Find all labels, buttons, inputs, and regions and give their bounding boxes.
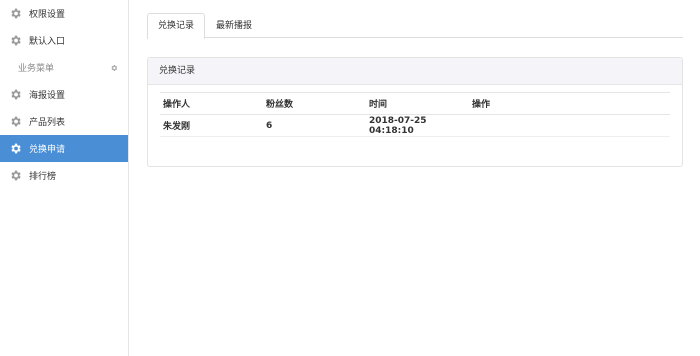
gear-icon [9,34,22,47]
gear-icon [9,115,22,128]
sidebar-item-permission-settings[interactable]: 权限设置 [0,0,128,27]
cell-fans: 6 [266,120,273,131]
gear-icon [9,7,22,20]
sidebar-item-label: 权限设置 [29,10,66,20]
sidebar-item-poster-settings[interactable]: 海报设置 [0,81,128,108]
sidebar-item-product-list[interactable]: 产品列表 [0,108,128,135]
table-header-row: 操作人 粉丝数 时间 操作 [160,92,670,115]
panel-title: 兑换记录 [148,58,682,85]
records-table: 操作人 粉丝数 时间 操作 朱发刚 6 2018-07-25 04:18:10 [160,92,670,137]
gear-icon [9,142,22,155]
sidebar-item-label: 产品列表 [29,118,66,128]
column-header-action: 操作 [472,100,491,110]
cell-action [469,115,670,137]
sidebar-group-header: 业务菜单 [0,54,128,81]
cell-time: 2018-07-25 04:18:10 [369,115,427,136]
sidebar-item-default-entry[interactable]: 默认入口 [0,27,128,54]
sidebar-item-label: 排行榜 [29,172,57,182]
tab-bar: 兑换记录 最新播报 [147,13,683,39]
gear-icon [9,169,22,182]
sidebar-item-label: 兑换申请 [29,145,66,155]
gear-icon [9,88,22,101]
cell-operator: 朱发刚 [163,122,191,132]
records-panel: 兑换记录 操作人 粉丝数 时间 操作 朱发刚 6 2018-07-25 04:1… [147,57,683,167]
records-table-wrap: 操作人 粉丝数 时间 操作 朱发刚 6 2018-07-25 04:18:10 [148,85,682,137]
column-header-time: 时间 [369,100,388,110]
sidebar-group-label: 业务菜单 [18,64,55,74]
sidebar-item-label: 海报设置 [29,91,66,101]
sidebar-item-label: 默认入口 [29,37,66,47]
sidebar-item-leaderboard[interactable]: 排行榜 [0,162,128,189]
tab-latest-broadcast[interactable]: 最新播报 [205,13,263,38]
sidebar: 权限设置 默认入口 业务菜单 海报设置 产品列表 兑换申请 排行榜 [0,0,129,356]
sidebar-item-exchange-apply[interactable]: 兑换申请 [0,135,128,162]
main-content: 兑换记录 最新播报 兑换记录 操作人 粉丝数 时间 操作 朱发刚 6 2018-… [147,0,683,167]
tab-exchange-records[interactable]: 兑换记录 [147,13,206,39]
column-header-fans: 粉丝数 [266,100,294,110]
gear-icon[interactable] [110,64,118,72]
table-row: 朱发刚 6 2018-07-25 04:18:10 [160,115,670,137]
column-header-operator: 操作人 [163,100,191,110]
